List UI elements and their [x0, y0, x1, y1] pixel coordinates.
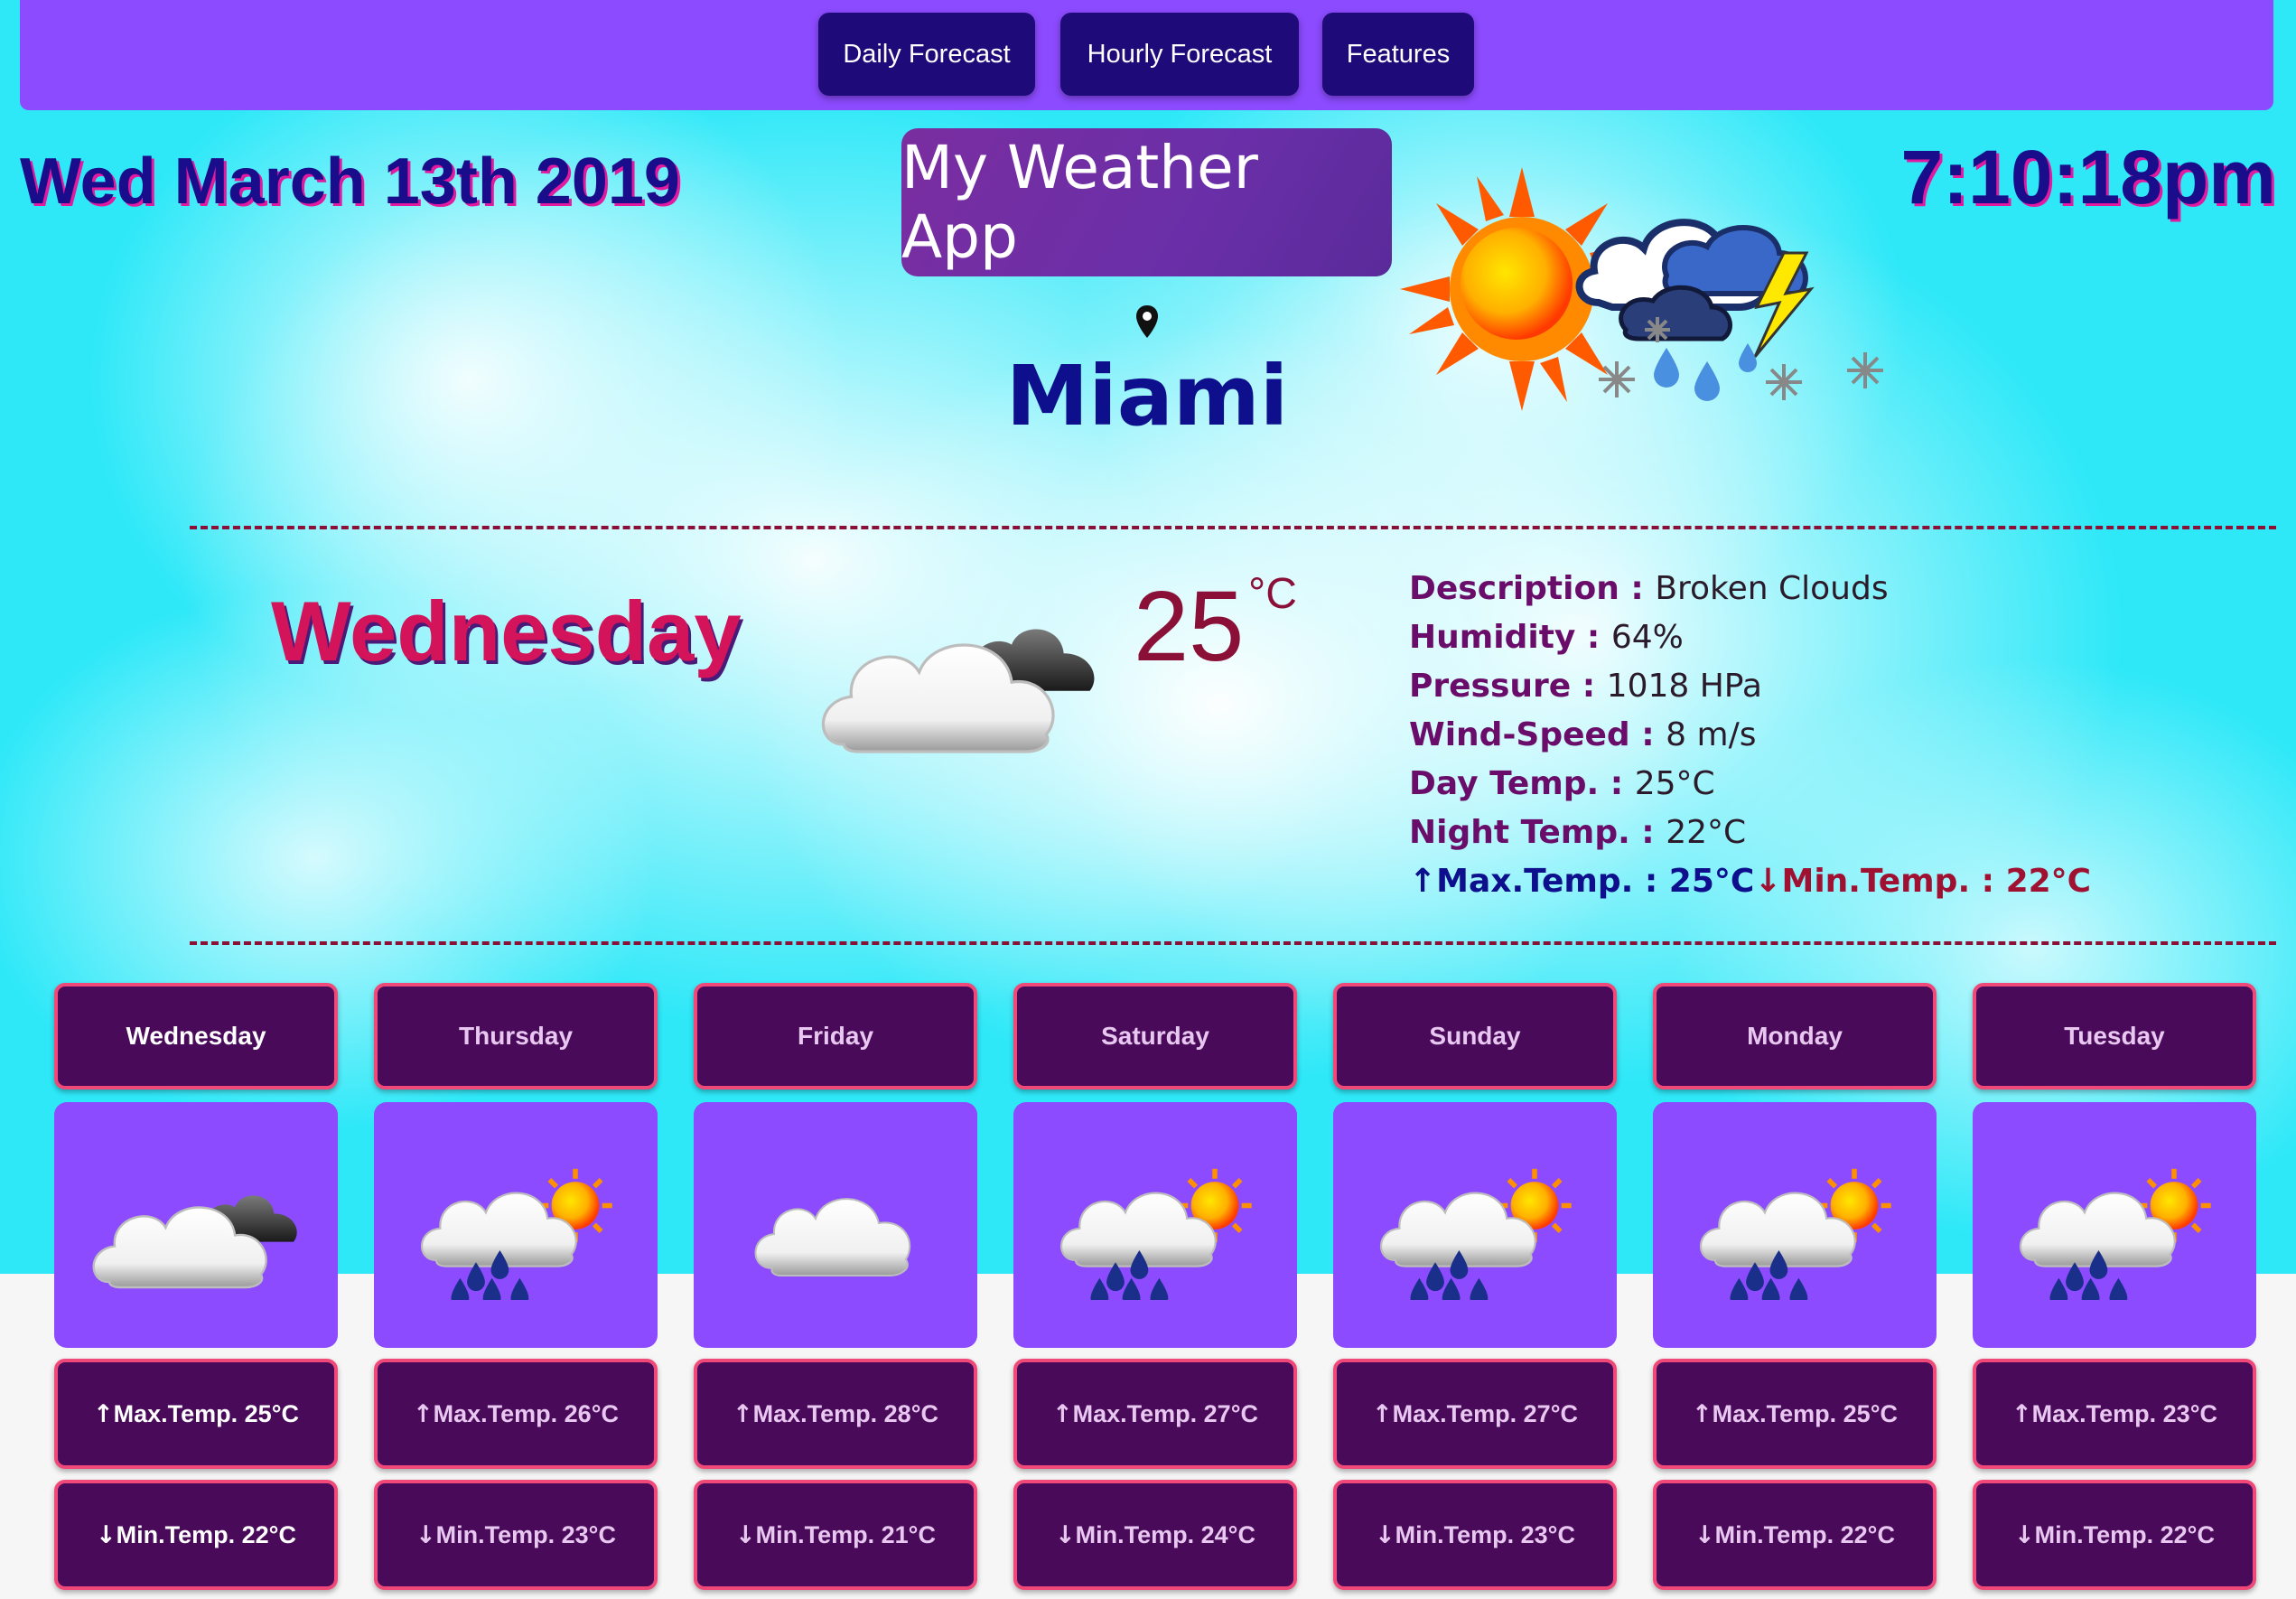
arrow-up-icon: ↑ — [1692, 1399, 1713, 1428]
arrow-down-icon: ↓ — [1055, 1520, 1076, 1549]
arrow-down-icon: ↓ — [96, 1520, 117, 1549]
bottom-divider — [190, 941, 2276, 945]
location-pin-icon — [1136, 305, 1158, 338]
forecast-icon-box — [54, 1102, 338, 1348]
forecast-min-label: Min.Temp. 21°C — [755, 1520, 936, 1548]
detail-min-max: ↑Max.Temp. : 25°C↓Min.Temp. : 22°C — [1409, 857, 2222, 906]
today-temperature: 25 — [1134, 571, 1245, 682]
broken-clouds-icon — [92, 1194, 298, 1289]
cloud-icon — [754, 1197, 911, 1276]
current-date: Wed March 13th 2019 — [20, 145, 680, 218]
forecast-day-tab[interactable]: Wednesday — [54, 983, 338, 1089]
arrow-down-icon: ↓ — [1694, 1520, 1715, 1549]
forecast-min-temp: ↓ Min.Temp. 22°C — [1973, 1480, 2256, 1590]
detail-day-temp: Day Temp. : 25°C — [1409, 765, 1715, 802]
forecast-day-card: Wednesday ↑ Max.Temp. 25°C ↓ Min.Temp. 22°… — [54, 983, 338, 1590]
features-button[interactable]: Features — [1322, 13, 1474, 96]
forecast-min-label: Min.Temp. 22°C — [2034, 1520, 2215, 1548]
arrow-down-icon: ↓ — [415, 1520, 436, 1549]
forecast-icon-box — [694, 1102, 977, 1348]
rain-sun-icon — [1056, 1151, 1255, 1300]
today-temperature-unit: °C — [1248, 570, 1297, 618]
arrow-up-icon: ↑ — [2011, 1399, 2032, 1428]
forecast-min-temp: ↓ Min.Temp. 22°C — [1653, 1480, 1937, 1590]
forecast-max-temp: ↑ Max.Temp. 28°C — [694, 1359, 977, 1469]
forecast-day-tab[interactable]: Sunday — [1333, 983, 1617, 1089]
forecast-day-tab[interactable]: Friday — [694, 983, 977, 1089]
forecast-icon-box — [1333, 1102, 1617, 1348]
forecast-max-label: Max.Temp. 26°C — [433, 1399, 619, 1427]
forecast-min-temp: ↓ Min.Temp. 23°C — [374, 1480, 658, 1590]
rain-sun-icon — [2015, 1151, 2214, 1300]
arrow-down-icon: ↓ — [2014, 1520, 2035, 1549]
top-divider — [190, 526, 2276, 529]
daily-forecast-button[interactable]: Daily Forecast — [818, 13, 1035, 96]
forecast-max-temp: ↑ Max.Temp. 25°C — [1653, 1359, 1937, 1469]
forecast-day-tab[interactable]: Thursday — [374, 983, 658, 1089]
forecast-max-temp: ↑ Max.Temp. 27°C — [1333, 1359, 1617, 1469]
city-name: Miami — [1005, 348, 1289, 444]
arrow-up-icon: ↑ — [1052, 1399, 1073, 1428]
forecast-min-temp: ↓ Min.Temp. 23°C — [1333, 1480, 1617, 1590]
broken-clouds-icon — [821, 627, 1097, 753]
forecast-icon-box — [1973, 1102, 2256, 1348]
forecast-min-label: Min.Temp. 24°C — [1075, 1520, 1255, 1548]
forecast-min-label: Min.Temp. 23°C — [435, 1520, 616, 1548]
rain-sun-icon — [1695, 1151, 1894, 1300]
arrow-up-icon: ↑ — [93, 1399, 114, 1428]
detail-min-temp: Min.Temp. : 22°C — [1781, 863, 2092, 900]
arrow-down-icon: ↓ — [1375, 1520, 1395, 1549]
forecast-icon-box — [1013, 1102, 1297, 1348]
current-time: 7:10:18pm — [1900, 135, 2276, 220]
forecast-min-label: Min.Temp. 23°C — [1395, 1520, 1575, 1548]
forecast-min-label: Min.Temp. 22°C — [116, 1520, 296, 1548]
forecast-max-temp: ↑ Max.Temp. 26°C — [374, 1359, 658, 1469]
forecast-day-card: Friday ↑ Max.Temp. 28°C ↓ Min.Temp. 21°C — [694, 983, 977, 1590]
arrow-up-icon: ↑ — [1409, 863, 1437, 900]
forecast-min-temp: ↓ Min.Temp. 21°C — [694, 1480, 977, 1590]
forecast-day-tab[interactable]: Tuesday — [1973, 983, 2256, 1089]
forecast-max-temp: ↑ Max.Temp. 23°C — [1973, 1359, 2256, 1469]
forecast-min-temp: ↓ Min.Temp. 24°C — [1013, 1480, 1297, 1590]
forecast-day-card: Monday ↑ Max.Temp. 25°C ↓ Min.Temp. 22°C — [1653, 983, 1937, 1590]
arrow-up-icon: ↑ — [413, 1399, 434, 1428]
forecast-day-card: Tuesday ↑ Max.Temp. 23°C ↓ Min.Temp. 22°C — [1973, 983, 2256, 1590]
arrow-down-icon: ↓ — [735, 1520, 756, 1549]
forecast-max-label: Max.Temp. 28°C — [752, 1399, 938, 1427]
forecast-day-tab[interactable]: Monday — [1653, 983, 1937, 1089]
detail-max-temp: Max.Temp. : 25°C — [1436, 863, 1755, 900]
forecast-max-temp: ↑ Max.Temp. 27°C — [1013, 1359, 1297, 1469]
detail-description: Description : Broken Clouds — [1409, 570, 1889, 607]
weather-details: Description : Broken Clouds Humidity : 6… — [1409, 565, 2222, 906]
forecast-max-label: Max.Temp. 25°C — [113, 1399, 299, 1427]
forecast-day-card: Sunday ↑ Max.Temp. 27°C ↓ Min.Temp. 23°C — [1333, 983, 1617, 1590]
rain-sun-icon — [416, 1151, 615, 1300]
arrow-up-icon: ↑ — [733, 1399, 753, 1428]
forecast-max-label: Max.Temp. 25°C — [1712, 1399, 1898, 1427]
navbar: Daily Forecast Hourly Forecast Features — [20, 0, 2273, 110]
detail-pressure: Pressure : 1018 HPa — [1409, 668, 1762, 705]
forecast-max-label: Max.Temp. 23°C — [2031, 1399, 2217, 1427]
detail-night-temp: Night Temp. : 22°C — [1409, 814, 1747, 851]
detail-humidity: Humidity : 64% — [1409, 619, 1684, 656]
forecast-min-temp: ↓ Min.Temp. 22°C — [54, 1480, 338, 1590]
detail-wind-speed: Wind-Speed : 8 m/s — [1409, 716, 1757, 753]
forecast-max-label: Max.Temp. 27°C — [1072, 1399, 1258, 1427]
today-day-name: Wednesday — [271, 584, 742, 678]
forecast-icon-box — [1653, 1102, 1937, 1348]
hourly-forecast-button[interactable]: Hourly Forecast — [1060, 13, 1299, 96]
forecast-icon-box — [374, 1102, 658, 1348]
forecast-min-label: Min.Temp. 22°C — [1714, 1520, 1895, 1548]
weather-logo-icon — [1400, 167, 1883, 411]
app-title: My Weather App — [901, 128, 1392, 276]
forecast-day-card: Saturday ↑ Max.Temp. 27°C ↓ Min.Temp. 24°C — [1013, 983, 1297, 1590]
forecast-day-card: Thursday ↑ Max.Temp. 26°C ↓ Min.Temp. 23°C — [374, 983, 658, 1590]
arrow-down-icon: ↓ — [1754, 863, 1782, 900]
rain-sun-icon — [1376, 1151, 1574, 1300]
arrow-up-icon: ↑ — [1372, 1399, 1393, 1428]
forecast-max-temp: ↑ Max.Temp. 25°C — [54, 1359, 338, 1469]
forecast-day-tab[interactable]: Saturday — [1013, 983, 1297, 1089]
forecast-max-label: Max.Temp. 27°C — [1392, 1399, 1578, 1427]
